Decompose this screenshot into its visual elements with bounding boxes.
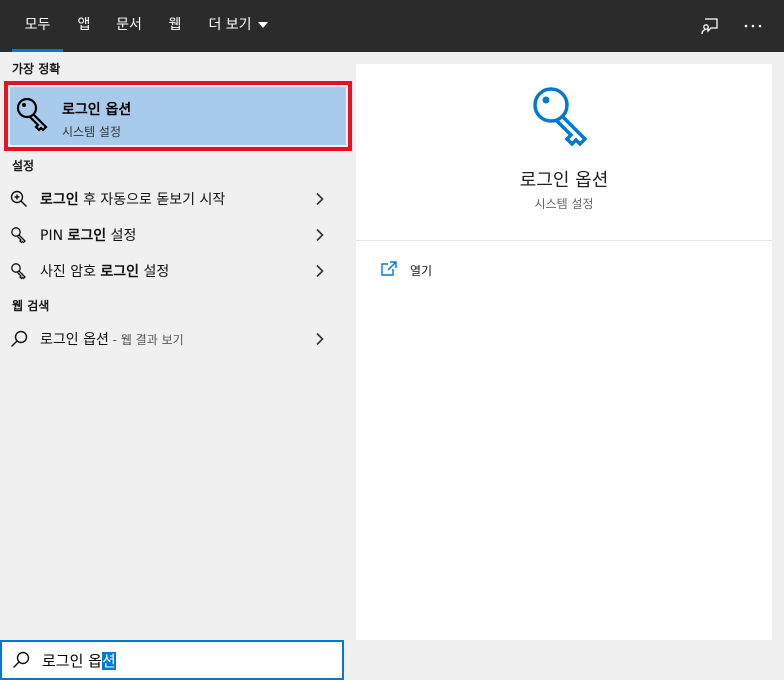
search-icon [12, 651, 30, 673]
search-input[interactable]: 로그인 옵션 [0, 640, 344, 680]
settings-result-label: 로그인 후 자동으로 돋보기 시작 [40, 192, 226, 208]
settings-result-magnifier[interactable]: 로그인 후 자동으로 돋보기 시작 [0, 180, 344, 216]
open-action[interactable]: 열기 [380, 260, 580, 284]
search-query: 로그인 옵션 [42, 652, 116, 670]
settings-result-label: PIN 로그인 설정 [40, 228, 137, 244]
open-icon [380, 260, 398, 282]
more-options-icon[interactable] [740, 13, 766, 39]
tab-web-label: 웹 [168, 17, 182, 33]
settings-result-pin[interactable]: PIN 로그인 설정 [0, 216, 344, 252]
best-match-highlight: 로그인 옵션 시스템 설정 [10, 87, 346, 145]
web-search-heading: 웹 검색 [12, 299, 50, 313]
tab-more-label: 더 보기 [208, 17, 252, 33]
feedback-icon[interactable] [697, 13, 723, 39]
search-selected-text: 션 [101, 652, 116, 670]
best-match-heading: 가장 정확 [12, 62, 61, 76]
settings-result-picture-password[interactable]: 사진 암호 로그인 설정 [0, 252, 344, 288]
topbar: 모두 앱 문서 웹 더 보기 [0, 0, 784, 52]
detail-title: 로그인 옵션 [519, 170, 609, 191]
tab-all[interactable]: 모두 [12, 0, 63, 52]
search-icon [10, 330, 28, 348]
key-icon [530, 84, 600, 158]
chevron-down-icon [257, 22, 268, 28]
magnifier-icon [10, 190, 28, 208]
settings-result-label: 사진 암호 로그인 설정 [40, 264, 170, 280]
detail-pane: 로그인 옵션 시스템 설정 열기 [356, 64, 772, 640]
best-match-subtitle: 시스템 설정 [62, 125, 122, 139]
chevron-right-icon[interactable] [313, 191, 327, 206]
chevron-right-icon[interactable] [313, 263, 327, 278]
best-match-result[interactable]: 로그인 옵션 시스템 설정 [4, 81, 352, 151]
chevron-right-icon[interactable] [313, 227, 327, 242]
open-action-label: 열기 [410, 264, 433, 278]
web-search-label: 로그인 옵션 - 웹 결과 보기 [40, 332, 184, 348]
key-icon [10, 226, 28, 244]
tab-more[interactable]: 더 보기 [204, 0, 272, 52]
tab-apps-label: 앱 [77, 17, 91, 33]
divider [356, 240, 772, 241]
web-search-result[interactable]: 로그인 옵션 - 웹 결과 보기 [0, 320, 344, 356]
tab-all-label: 모두 [24, 17, 51, 33]
best-match-title: 로그인 옵션 [62, 102, 132, 118]
key-icon [10, 262, 28, 280]
tab-web[interactable]: 웹 [162, 0, 188, 52]
tab-documents[interactable]: 문서 [112, 0, 146, 52]
chevron-right-icon[interactable] [313, 331, 327, 346]
key-icon [14, 95, 54, 139]
detail-subtitle: 시스템 설정 [534, 197, 594, 211]
settings-heading: 설정 [12, 159, 35, 173]
tab-apps[interactable]: 앱 [70, 0, 98, 52]
tab-documents-label: 문서 [116, 17, 142, 33]
